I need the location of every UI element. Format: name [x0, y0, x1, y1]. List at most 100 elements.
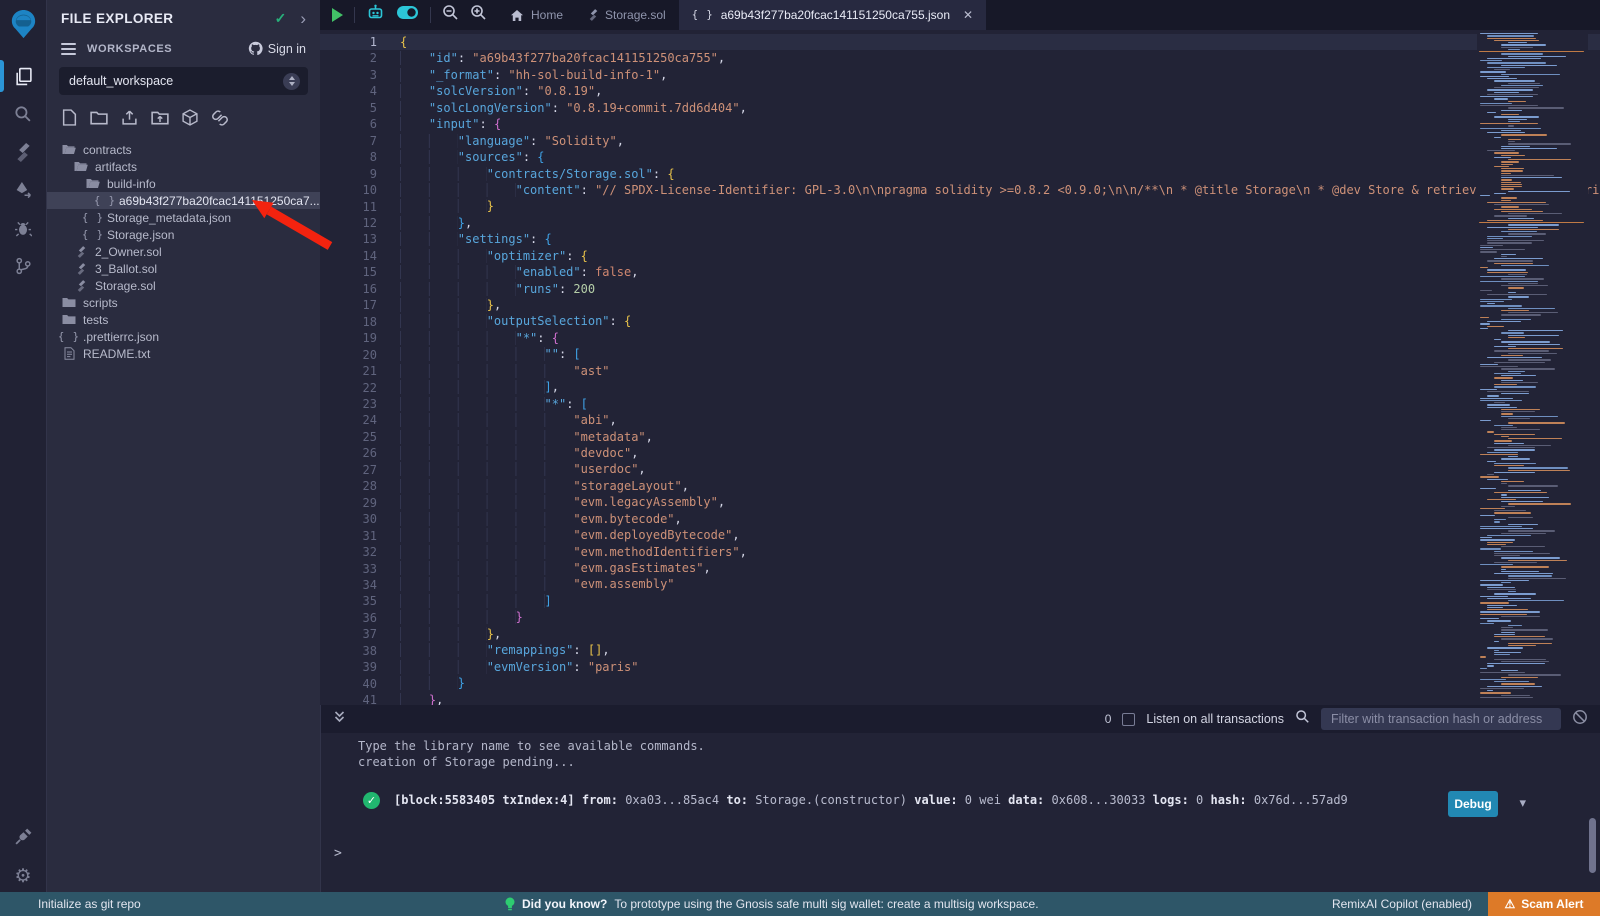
- minimap-line: [1494, 92, 1519, 93]
- minimap-line: [1480, 548, 1501, 549]
- terminal-prompt[interactable]: >: [334, 846, 342, 861]
- line-number: 27: [320, 462, 377, 478]
- minimap-line: [1494, 634, 1515, 635]
- minimap-line: [1494, 346, 1516, 347]
- panel-chevron-icon[interactable]: ›: [300, 10, 306, 27]
- listen-label: Listen on all transactions: [1146, 712, 1284, 726]
- git-icon[interactable]: [0, 247, 47, 285]
- line-number: 19: [320, 330, 377, 346]
- run-script-icon[interactable]: [332, 8, 343, 22]
- debugger-icon[interactable]: [0, 209, 47, 247]
- workspaces-menu-icon[interactable]: [61, 43, 76, 55]
- new-file-icon[interactable]: [62, 109, 77, 131]
- minimap-line: [1494, 373, 1521, 374]
- tab-build-info-json[interactable]: { } a69b43f277ba20fcac141151250ca755.jso…: [679, 0, 986, 30]
- minimap[interactable]: [1477, 30, 1588, 705]
- minimap-line: [1487, 665, 1494, 666]
- tree-item[interactable]: artifacts: [47, 158, 320, 175]
- code-line: },: [400, 626, 1600, 642]
- collapse-terminal-icon[interactable]: [333, 710, 346, 729]
- minimap-line: [1480, 299, 1512, 300]
- scam-alert-badge[interactable]: ⚠ Scam Alert: [1488, 892, 1600, 916]
- new-folder-icon[interactable]: [90, 110, 108, 130]
- sign-in-button[interactable]: Sign in: [248, 41, 306, 56]
- minimap-line: [1501, 211, 1543, 212]
- minimap-line: [1501, 188, 1514, 189]
- json-file-icon: { }: [94, 195, 116, 207]
- minimap-line: [1508, 645, 1536, 646]
- tree-item[interactable]: { }a69b43f277ba20fcac141151250ca7...: [47, 192, 320, 209]
- code-editor[interactable]: 1234567891011121314151617181920212223242…: [320, 30, 1600, 705]
- close-tab-icon[interactable]: ✕: [963, 8, 973, 22]
- upload-folder-icon[interactable]: [151, 110, 169, 130]
- deploy-run-icon[interactable]: [0, 171, 47, 209]
- minimap-line: [1487, 94, 1538, 95]
- tree-item[interactable]: tests: [47, 311, 320, 328]
- box-icon[interactable]: [182, 109, 198, 131]
- minimap-line: [1494, 463, 1536, 464]
- tree-item[interactable]: 2_Owner.sol: [47, 243, 320, 260]
- tree-item[interactable]: contracts: [47, 141, 320, 158]
- minimap-line: [1480, 668, 1487, 669]
- file-explorer-icon[interactable]: [0, 57, 47, 95]
- minimap-line: [1508, 159, 1571, 160]
- zoom-in-icon[interactable]: [470, 4, 487, 26]
- minimap-line: [1480, 249, 1525, 250]
- minimap-line: [1501, 427, 1517, 428]
- minimap-line: [1487, 238, 1503, 239]
- terminal-scrollbar[interactable]: [1589, 818, 1596, 873]
- line-number: 25: [320, 429, 377, 445]
- line-number: 31: [320, 528, 377, 544]
- solidity-compiler-icon[interactable]: [0, 133, 47, 171]
- minimap-line: [1487, 461, 1496, 462]
- minimap-line: [1494, 193, 1506, 194]
- upload-file-icon[interactable]: [121, 109, 138, 131]
- tree-item[interactable]: 3_Ballot.sol: [47, 260, 320, 277]
- copilot-status[interactable]: RemixAI Copilot (enabled): [1332, 897, 1472, 911]
- tree-item[interactable]: { }Storage.json: [47, 226, 320, 243]
- minimap-line: [1480, 614, 1527, 615]
- search-icon[interactable]: [0, 95, 47, 133]
- terminal-header: 0 Listen on all transactions: [321, 705, 1600, 733]
- transaction-filter-input[interactable]: [1321, 708, 1561, 730]
- ai-assistant-icon[interactable]: [366, 3, 385, 27]
- minimap-line: [1508, 485, 1558, 486]
- git-init-button[interactable]: Initialize as git repo: [38, 897, 141, 911]
- remix-logo-icon[interactable]: [0, 5, 47, 43]
- tree-item[interactable]: { }Storage_metadata.json: [47, 209, 320, 226]
- plugin-manager-icon[interactable]: [14, 827, 33, 851]
- settings-gear-icon[interactable]: ⚙: [14, 867, 31, 886]
- expand-transaction-icon[interactable]: ▾: [1519, 795, 1526, 811]
- minimap-line: [1494, 339, 1501, 340]
- status-bar: Initialize as git repo Did you know? To …: [0, 892, 1600, 916]
- tab-home[interactable]: Home: [497, 0, 576, 30]
- minimap-line: [1508, 600, 1564, 601]
- tab-storage-sol[interactable]: Storage.sol: [576, 0, 679, 30]
- line-number: 17: [320, 297, 377, 313]
- minimap-line: [1508, 218, 1534, 219]
- debug-button[interactable]: Debug: [1448, 791, 1498, 817]
- tree-item[interactable]: scripts: [47, 294, 320, 311]
- minimap-line: [1501, 200, 1511, 201]
- copilot-toggle-icon[interactable]: [396, 4, 419, 26]
- transaction-row[interactable]: ✓ [block:5583405 txIndex:4] from: 0xa03.…: [363, 787, 1348, 813]
- zoom-out-icon[interactable]: [442, 4, 459, 26]
- minimap-line: [1501, 146, 1530, 147]
- minimap-line: [1494, 209, 1532, 210]
- minimap-line: [1487, 89, 1533, 90]
- tree-item[interactable]: Storage.sol: [47, 277, 320, 294]
- link-icon[interactable]: [211, 110, 229, 131]
- line-number: 37: [320, 626, 377, 642]
- workspace-name: default_workspace: [69, 74, 173, 88]
- tree-item[interactable]: README.txt: [47, 345, 320, 362]
- minimap-line: [1501, 380, 1523, 381]
- minimap-line: [1480, 267, 1488, 268]
- minimap-line: [1501, 481, 1524, 482]
- tree-item[interactable]: build-info: [47, 175, 320, 192]
- minimap-line: [1501, 483, 1507, 484]
- minimap-line: [1508, 530, 1555, 531]
- tree-item[interactable]: { }.prettierrc.json: [47, 328, 320, 345]
- clear-console-icon[interactable]: [1572, 709, 1588, 730]
- workspace-select[interactable]: default_workspace: [59, 67, 308, 95]
- listen-checkbox[interactable]: [1122, 713, 1135, 726]
